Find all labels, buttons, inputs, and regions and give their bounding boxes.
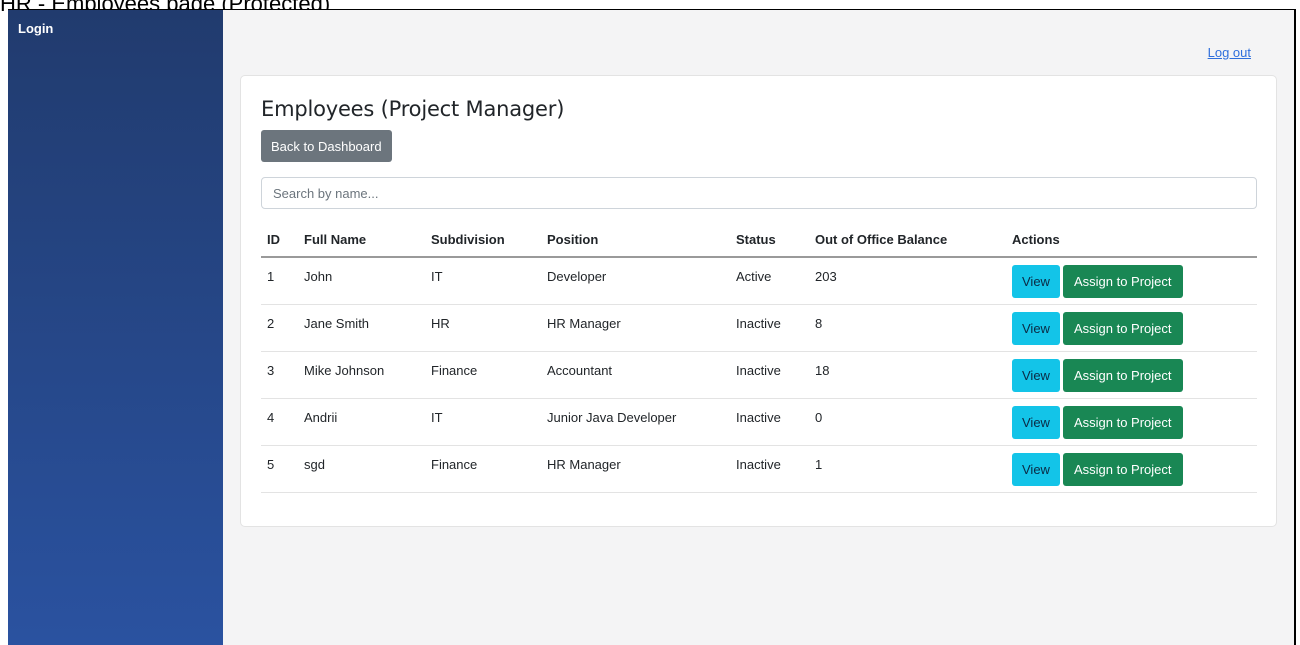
cell-actions: View Assign to Project [1006,351,1257,399]
back-to-dashboard-button[interactable]: Back to Dashboard [261,130,392,162]
cell-id: 4 [261,398,298,446]
view-button[interactable]: View [1012,452,1060,486]
column-header-position: Position [541,223,730,258]
table-row: 5 sgd Finance HR Manager Inactive 1 View… [261,445,1257,493]
cell-balance: 203 [809,257,1006,305]
cell-id: 5 [261,445,298,493]
cell-id: 3 [261,351,298,399]
cell-status: Inactive [730,304,809,352]
page-title: Employees (Project Manager) [261,97,565,121]
cell-position: HR Manager [541,445,730,493]
table-row: 3 Mike Johnson Finance Accountant Inacti… [261,351,1257,399]
view-button[interactable]: View [1012,311,1060,345]
logout-link[interactable]: Log out [1208,45,1251,60]
assign-to-project-button[interactable]: Assign to Project [1062,265,1183,298]
cell-subdivision: IT [425,257,541,305]
cell-position: Junior Java Developer [541,398,730,446]
column-header-status: Status [730,223,809,258]
table-row: 1 John IT Developer Active 203 View Assig… [261,257,1257,305]
cell-actions: View Assign to Project [1006,304,1257,352]
cell-subdivision: IT [425,398,541,446]
cell-full-name: sgd [298,445,425,493]
assign-to-project-button[interactable]: Assign to Project [1062,405,1183,439]
column-header-actions: Actions [1006,223,1257,258]
cell-full-name: Mike Johnson [298,351,425,399]
cell-status: Inactive [730,398,809,446]
cell-balance: 8 [809,304,1006,352]
cell-balance: 18 [809,351,1006,399]
cell-subdivision: Finance [425,351,541,399]
table-row: 2 Jane Smith HR HR Manager Inactive 8 Vi… [261,304,1257,352]
assign-to-project-button[interactable]: Assign to Project [1062,311,1183,345]
cell-actions: View Assign to Project [1006,398,1257,446]
cell-actions: View Assign to Project [1006,445,1257,493]
cell-position: HR Manager [541,304,730,352]
cell-balance: 1 [809,445,1006,493]
cell-status: Inactive [730,351,809,399]
sidebar: Login [8,10,223,645]
cell-full-name: Jane Smith [298,304,425,352]
column-header-id: ID [261,223,298,258]
view-button[interactable]: View [1012,265,1060,298]
cell-actions: View Assign to Project [1006,257,1257,305]
column-header-full-name: Full Name [298,223,425,258]
sidebar-title[interactable]: Login [18,21,53,36]
cell-status: Active [730,257,809,305]
view-button[interactable]: View [1012,405,1060,439]
table-row: 4 Andrii IT Junior Java Developer Inacti… [261,398,1257,446]
table-header-row: ID Full Name Subdivision Position Status… [261,223,1257,258]
app-window: Login Log out Employees (Project Manager… [8,9,1296,645]
column-header-balance: Out of Office Balance [809,223,1006,258]
cell-id: 1 [261,257,298,305]
assign-to-project-button[interactable]: Assign to Project [1062,358,1183,392]
column-header-subdivision: Subdivision [425,223,541,258]
cell-id: 2 [261,304,298,352]
cell-full-name: John [298,257,425,305]
cell-full-name: Andrii [298,398,425,446]
assign-to-project-button[interactable]: Assign to Project [1062,452,1183,486]
cell-subdivision: Finance [425,445,541,493]
cell-position: Developer [541,257,730,305]
cell-status: Inactive [730,445,809,493]
employees-card: Employees (Project Manager) Back to Dash… [240,75,1277,527]
view-button[interactable]: View [1012,358,1060,392]
search-input[interactable] [261,177,1257,209]
cell-subdivision: HR [425,304,541,352]
cell-position: Accountant [541,351,730,399]
main-content: Log out Employees (Project Manager) Back… [223,10,1294,645]
cell-balance: 0 [809,398,1006,446]
employees-table: ID Full Name Subdivision Position Status… [261,223,1257,493]
